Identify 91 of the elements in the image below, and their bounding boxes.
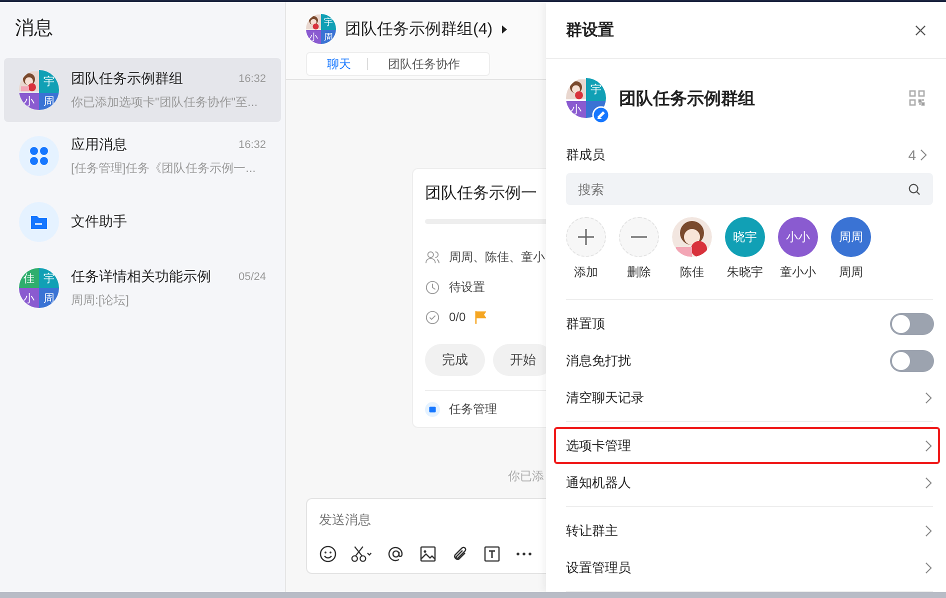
flag-icon bbox=[474, 310, 486, 324]
avatar-initial: 小 bbox=[19, 288, 39, 308]
avatar-initial: 宇 bbox=[586, 78, 606, 100]
conversation-preview: 周周:[论坛] bbox=[71, 292, 130, 308]
emoji-icon[interactable] bbox=[319, 545, 337, 563]
avatar-initial: 小 bbox=[306, 30, 321, 44]
system-message: 你已添 bbox=[508, 468, 545, 485]
search-icon bbox=[908, 183, 921, 196]
toggle-switch[interactable] bbox=[890, 312, 934, 334]
conversation-time: 05/24 bbox=[238, 270, 266, 282]
settings-row[interactable]: 群置顶 bbox=[554, 305, 940, 342]
chat-tab[interactable]: 聊天 bbox=[307, 54, 367, 74]
plus-icon bbox=[578, 229, 594, 245]
conversation-name: 应用消息 bbox=[71, 136, 127, 154]
toggle-switch[interactable] bbox=[890, 350, 934, 372]
scissors-icon[interactable] bbox=[351, 545, 373, 563]
task-detail: 0/0 bbox=[449, 310, 466, 324]
setting-label: 通知机器人 bbox=[566, 474, 631, 492]
setting-label: 选项卡管理 bbox=[566, 436, 631, 454]
chat-title: 团队任务示例群组(4) bbox=[345, 20, 493, 40]
settings-row[interactable]: 选项卡管理 bbox=[554, 427, 940, 464]
settings-row[interactable]: 消息免打扰 bbox=[554, 342, 940, 379]
members-label: 群成员 bbox=[566, 146, 606, 164]
paperclip-icon[interactable] bbox=[451, 545, 469, 563]
avatar-initial: 小 bbox=[566, 100, 586, 118]
chevron-right-icon bbox=[925, 440, 932, 452]
chevron-right-icon[interactable] bbox=[920, 149, 927, 161]
conversation-item[interactable]: 应用消息 16:32 [任务管理]任务《团队任务示例一... bbox=[4, 124, 281, 188]
avatar-initial: 周 bbox=[39, 288, 59, 308]
check-circle-icon bbox=[425, 310, 440, 324]
conversation-name: 任务详情相关功能示例 bbox=[71, 268, 211, 286]
clock-icon bbox=[425, 280, 440, 294]
edit-icon[interactable] bbox=[592, 106, 610, 124]
minus-icon bbox=[631, 236, 647, 238]
conversation-time: 16:32 bbox=[238, 138, 266, 150]
task-card[interactable]: 团队任务示例一 周周、陈佳、童小 待设置 0/0 完成 开始 任务管理 bbox=[412, 168, 546, 428]
setting-label: 设置管理员 bbox=[566, 558, 631, 576]
group-name: 团队任务示例群组 bbox=[619, 88, 756, 110]
mention-icon[interactable] bbox=[387, 545, 405, 563]
setting-label: 清空聊天记录 bbox=[566, 388, 644, 406]
member-count[interactable]: 4 bbox=[908, 147, 916, 163]
folder-icon bbox=[19, 202, 59, 242]
member-name: 陈佳 bbox=[680, 264, 704, 281]
setting-label: 消息免打扰 bbox=[566, 352, 631, 370]
member-name: 朱晓宇 bbox=[727, 264, 763, 281]
conversation-item[interactable]: 文件助手 bbox=[4, 190, 281, 254]
member-name: 童小小 bbox=[780, 264, 816, 281]
search-field[interactable]: 搜索 bbox=[566, 173, 933, 205]
settings-row[interactable]: 转让群主 bbox=[554, 512, 940, 549]
member-name: 添加 bbox=[574, 264, 598, 281]
conversation-name: 团队任务示例群组 bbox=[71, 70, 183, 88]
avatar-initial: 宇 bbox=[39, 70, 59, 92]
avatar-initial: 宇 bbox=[321, 14, 336, 30]
caret-icon[interactable] bbox=[502, 24, 507, 34]
task-action-button[interactable]: 开始 bbox=[493, 344, 546, 376]
member-name: 删除 bbox=[627, 264, 651, 281]
chevron-right-icon bbox=[925, 524, 932, 536]
avatar-initial: 佳 bbox=[19, 268, 39, 288]
chat-tab[interactable]: 团队任务协作 bbox=[368, 54, 476, 74]
task-action-button[interactable]: 完成 bbox=[425, 344, 485, 376]
task-detail: 待设置 bbox=[449, 278, 485, 296]
panel-title: 群设置 bbox=[566, 20, 614, 40]
settings-row[interactable]: 通知机器人 bbox=[554, 464, 940, 501]
avatar-initial: 小 bbox=[19, 92, 39, 110]
chevron-right-icon bbox=[925, 476, 932, 488]
task-detail: 周周、陈佳、童小 bbox=[449, 248, 545, 266]
conversation-preview: [任务管理]任务《团队任务示例一... bbox=[71, 160, 257, 176]
conversation-preview: 你已添加选项卡"团队任务协作"至... bbox=[71, 94, 259, 110]
task-title: 团队任务示例一 bbox=[425, 184, 538, 204]
settings-row[interactable]: 设置管理员 bbox=[554, 549, 940, 586]
close-icon[interactable] bbox=[915, 24, 926, 36]
conversation-name: 文件助手 bbox=[71, 213, 127, 231]
conversation-time: 16:32 bbox=[238, 72, 266, 84]
avatar-initial: 宇 bbox=[39, 268, 59, 288]
app-name: 任务管理 bbox=[449, 400, 497, 418]
member-avatar[interactable]: 周周 bbox=[831, 217, 871, 257]
member-name: 周周 bbox=[839, 264, 863, 281]
setting-label: 转让群主 bbox=[566, 522, 618, 540]
text-format-icon[interactable] bbox=[483, 545, 501, 563]
chevron-right-icon bbox=[925, 392, 932, 404]
setting-label: 群置顶 bbox=[566, 314, 605, 332]
image-icon[interactable] bbox=[419, 545, 437, 563]
member-avatar[interactable]: 小小 bbox=[778, 217, 818, 257]
sidebar-title: 消息 bbox=[14, 17, 54, 41]
app-icon bbox=[425, 402, 440, 416]
settings-row[interactable]: 清空聊天记录 bbox=[554, 379, 940, 416]
apps-icon bbox=[19, 136, 59, 176]
message-input[interactable]: 发送消息 bbox=[319, 512, 519, 527]
conversation-item[interactable]: 佳 宇 小 周 任务详情相关功能示例 05/24 周周:[论坛] bbox=[4, 256, 281, 320]
people-icon bbox=[425, 250, 440, 264]
chevron-right-icon bbox=[925, 562, 932, 574]
